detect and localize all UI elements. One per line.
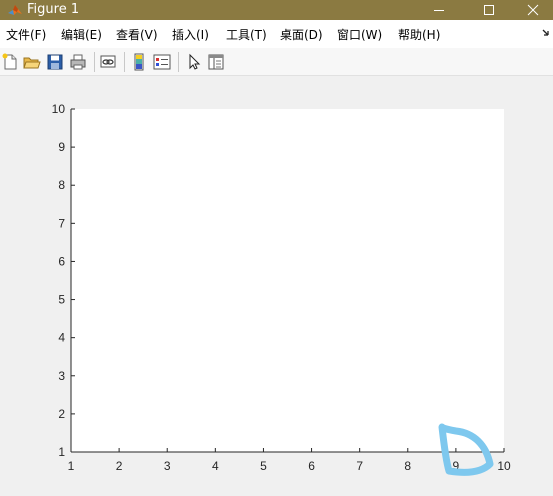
menu-desktop[interactable]: 桌面(D) (280, 27, 323, 43)
open-file-icon[interactable] (23, 53, 41, 71)
edit-plot-cursor-icon[interactable] (185, 53, 203, 71)
x-tick-label: 7 (356, 459, 363, 473)
toolbar-separator (178, 52, 179, 72)
y-tick-label: 5 (58, 293, 65, 307)
close-button[interactable] (512, 0, 553, 20)
link-plot-icon[interactable] (99, 53, 117, 71)
y-tick-label: 3 (58, 369, 65, 383)
insert-colorbar-icon[interactable] (130, 53, 148, 71)
y-tick-label: 10 (52, 102, 66, 116)
menu-insert[interactable]: 插入(I) (172, 27, 209, 43)
y-tick-label: 7 (58, 216, 65, 230)
figure-canvas[interactable]: 1 2 3 4 5 6 7 8 9 10 1 2 3 4 5 6 7 8 9 10 (0, 77, 553, 496)
new-figure-icon[interactable] (1, 53, 19, 71)
y-tick-label: 6 (58, 254, 65, 268)
y-tick-label: 1 (58, 445, 65, 459)
menu-view[interactable]: 查看(V) (116, 27, 158, 43)
close-icon (527, 4, 538, 16)
insert-legend-icon[interactable] (153, 53, 171, 71)
toolbar-separator (124, 52, 125, 72)
x-tick-label: 8 (404, 459, 411, 473)
minimize-icon (434, 10, 444, 11)
minimize-button[interactable] (416, 0, 462, 20)
menu-help[interactable]: 帮助(H) (398, 27, 440, 43)
figure-window: Figure 1 文件(F) 编辑(E) 查看(V) 插入(I) 工具(T) 桌… (0, 0, 553, 496)
y-tick-label: 4 (58, 331, 65, 345)
axes-background[interactable] (71, 109, 504, 452)
property-inspector-icon[interactable] (207, 53, 225, 71)
y-tick-label: 8 (58, 178, 65, 192)
menu-tools[interactable]: 工具(T) (226, 27, 267, 43)
x-tick-label: 4 (212, 459, 219, 473)
menu-window[interactable]: 窗口(W) (337, 27, 382, 43)
maximize-button[interactable] (466, 0, 512, 20)
toolbar-separator (94, 52, 95, 72)
title-bar[interactable]: Figure 1 (0, 0, 553, 20)
x-tick-label: 6 (308, 459, 315, 473)
x-tick-label: 2 (116, 459, 123, 473)
window-title: Figure 1 (27, 2, 80, 17)
matlab-logo-icon (8, 5, 22, 15)
save-figure-icon[interactable] (46, 53, 64, 71)
x-tick-label: 5 (260, 459, 267, 473)
menu-file[interactable]: 文件(F) (6, 27, 46, 43)
x-tick-label: 1 (68, 459, 75, 473)
maximize-icon (484, 5, 494, 15)
print-figure-icon[interactable] (69, 53, 87, 71)
axes[interactable]: 1 2 3 4 5 6 7 8 9 10 12345678910 (0, 77, 553, 496)
menu-overflow-arrow-icon[interactable] (541, 28, 551, 40)
y-tick-label: 9 (58, 140, 65, 154)
menu-bar: 文件(F) 编辑(E) 查看(V) 插入(I) 工具(T) 桌面(D) 窗口(W… (0, 20, 553, 48)
x-tick-label: 10 (497, 459, 511, 473)
x-tick-label: 3 (164, 459, 171, 473)
y-tick-label: 2 (58, 407, 65, 421)
figure-toolbar (0, 48, 553, 76)
menu-edit[interactable]: 编辑(E) (61, 27, 102, 43)
